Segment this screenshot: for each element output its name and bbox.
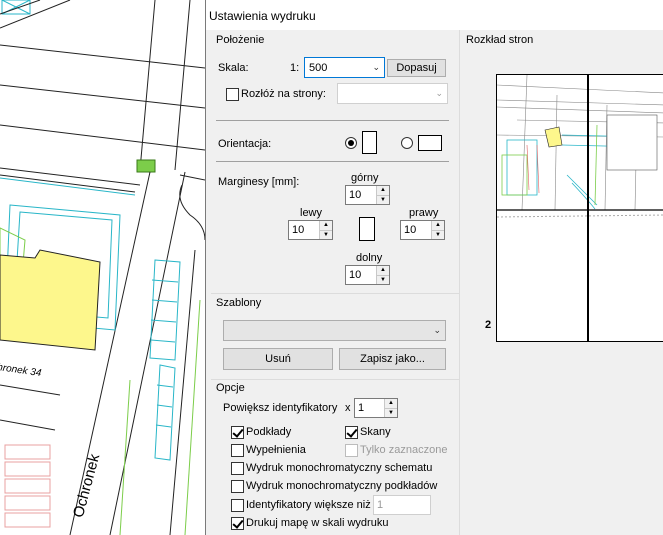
chevron-down-icon: ⌄: [433, 325, 441, 335]
margin-bottom-spinner[interactable]: 10 ▲ ▼: [345, 265, 390, 285]
scale-combobox[interactable]: 500 ⌄: [304, 57, 385, 78]
scale-prefix: 1:: [290, 62, 300, 74]
options-section-label: Opcje: [216, 382, 245, 394]
portrait-page-icon: [362, 131, 377, 154]
only-selected-label: Tylko zaznaczone: [360, 444, 448, 456]
spin-down-icon[interactable]: ▼: [376, 275, 389, 284]
margin-bottom-value: 10: [349, 269, 362, 281]
margin-page-icon: [359, 217, 375, 241]
landscape-page-icon: [418, 135, 442, 151]
spin-up-icon[interactable]: ▲: [376, 186, 389, 195]
enlarge-ids-value: 1: [358, 402, 365, 414]
separator: [216, 161, 449, 162]
portrait-radio[interactable]: [345, 137, 357, 149]
separator: [216, 120, 449, 121]
margin-right-value: 10: [404, 224, 417, 236]
templates-section-label: Szablony: [216, 297, 262, 309]
scans-label: Skany: [360, 426, 391, 438]
save-template-as-button[interactable]: Zapisz jako...: [339, 348, 446, 370]
margin-left-label: lewy: [300, 207, 323, 219]
margin-bottom-label: dolny: [356, 252, 383, 264]
margin-top-label: górny: [351, 172, 379, 184]
enlarge-ids-spinner[interactable]: 1 ▲ ▼: [354, 398, 398, 418]
panel-divider: [459, 30, 460, 535]
mono-schema-label: Wydruk monochromatyczny schematu: [246, 462, 433, 474]
page-layout-preview[interactable]: [496, 74, 663, 342]
templates-section: [211, 293, 459, 294]
position-section-label: Położenie: [216, 34, 265, 46]
page-number-label: 2: [485, 319, 492, 331]
enlarge-ids-label: Powiększ identyfikatory: [223, 402, 338, 414]
templates-combobox[interactable]: ⌄: [223, 320, 446, 341]
delete-template-button[interactable]: Usuń: [223, 348, 333, 370]
base-maps-label: Podkłady: [246, 426, 292, 438]
mono-schema-checkbox[interactable]: [231, 462, 244, 475]
spread-pages-label: Rozłóż na strony:: [241, 88, 326, 100]
ids-larger-label: Identyfikatory większe niż: [246, 499, 371, 511]
landscape-radio[interactable]: [401, 137, 413, 149]
only-selected-checkbox[interactable]: [345, 444, 358, 457]
map-canvas[interactable]: hronek 34 Ochronek: [0, 0, 205, 535]
spin-down-icon[interactable]: ▼: [431, 230, 444, 239]
position-section: [211, 30, 459, 31]
margin-right-spinner[interactable]: 10 ▲ ▼: [400, 220, 445, 240]
title-bar[interactable]: Ustawienia wydruku: [206, 0, 663, 30]
map-drawing: [0, 0, 205, 535]
spread-pages-combobox[interactable]: ⌄: [337, 83, 448, 104]
margin-top-value: 10: [349, 189, 362, 201]
scale-value: 500: [309, 62, 328, 74]
spin-up-icon[interactable]: ▲: [384, 399, 397, 408]
options-section: [211, 379, 459, 380]
fills-label: Wypełnienia: [246, 444, 306, 456]
print-scale-label: Drukuj mapę w skali wydruku: [246, 517, 389, 529]
base-maps-checkbox[interactable]: [231, 426, 244, 439]
window-title: Ustawienia wydruku: [209, 9, 316, 23]
save-template-as-label: Zapisz jako...: [360, 353, 425, 365]
spread-pages-checkbox[interactable]: [226, 88, 239, 101]
spin-up-icon[interactable]: ▲: [319, 221, 332, 230]
margin-left-value: 10: [292, 224, 305, 236]
print-scale-checkbox[interactable]: [231, 517, 244, 530]
margin-left-spinner[interactable]: 10 ▲ ▼: [288, 220, 333, 240]
mono-base-checkbox[interactable]: [231, 480, 244, 493]
spin-up-icon[interactable]: ▲: [376, 266, 389, 275]
delete-template-label: Usuń: [265, 353, 291, 365]
ids-larger-checkbox[interactable]: [231, 499, 244, 512]
spin-down-icon[interactable]: ▼: [376, 195, 389, 204]
margin-right-label: prawy: [409, 207, 439, 219]
preview-map: [497, 75, 663, 341]
orientation-label: Orientacja:: [218, 138, 272, 150]
ids-larger-value: 1: [377, 499, 384, 511]
print-settings-dialog: Ustawienia wydruku Położenie Skala: 1: 5…: [205, 0, 663, 535]
page-layout-section-label: Rozkład stron: [466, 34, 534, 46]
fills-checkbox[interactable]: [231, 444, 244, 457]
spin-down-icon[interactable]: ▼: [384, 408, 397, 417]
ids-larger-spinner[interactable]: 1: [373, 495, 431, 515]
enlarge-ids-prefix: x: [345, 402, 351, 414]
spin-down-icon[interactable]: ▼: [319, 230, 332, 239]
scale-label: Skala:: [218, 62, 249, 74]
chevron-down-icon: ⌄: [372, 62, 380, 72]
fit-button-label: Dopasuj: [396, 62, 437, 74]
margin-top-spinner[interactable]: 10 ▲ ▼: [345, 185, 390, 205]
fit-button[interactable]: Dopasuj: [387, 59, 446, 77]
scans-checkbox[interactable]: [345, 426, 358, 439]
margins-label: Marginesy [mm]:: [218, 176, 300, 188]
chevron-down-icon: ⌄: [435, 88, 443, 98]
spin-up-icon[interactable]: ▲: [431, 221, 444, 230]
mono-base-label: Wydruk monochromatyczny podkładów: [246, 480, 438, 492]
